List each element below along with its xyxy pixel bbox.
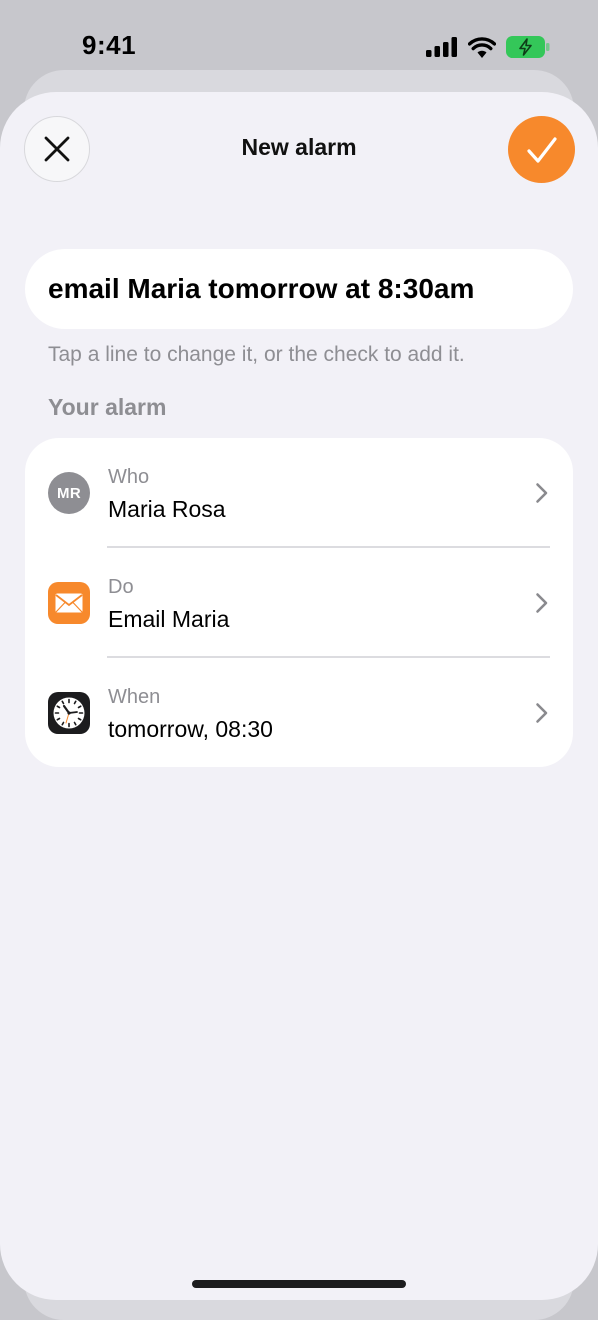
checkmark-icon <box>526 136 557 163</box>
confirm-button[interactable] <box>508 116 575 183</box>
avatar: MR <box>48 472 90 514</box>
new-alarm-sheet: New alarm email Maria tomorrow at 8:30am… <box>0 92 598 1300</box>
row-value: Maria Rosa <box>108 496 226 522</box>
row-value: tomorrow, 08:30 <box>108 716 273 742</box>
row-label: Who <box>108 466 150 488</box>
chevron-right-icon <box>536 483 548 503</box>
status-time: 9:41 <box>82 30 137 60</box>
wifi-icon <box>468 36 496 58</box>
row-value: Email Maria <box>108 606 230 632</box>
section-title: Your alarm <box>48 394 167 420</box>
alarm-query-field[interactable]: email Maria tomorrow at 8:30am <box>25 249 573 329</box>
clock-icon <box>48 692 90 734</box>
row-label: Do <box>108 576 134 598</box>
hint-text: Tap a line to change it, or the check to… <box>48 343 465 366</box>
battery-charging-icon <box>506 36 550 58</box>
alarm-row-who[interactable]: MR Who Maria Rosa <box>25 438 573 548</box>
alarm-row-when[interactable]: When tomorrow, 08:30 <box>25 658 573 767</box>
mail-icon <box>48 582 90 624</box>
status-icons <box>426 36 550 58</box>
cellular-signal-icon <box>426 37 457 57</box>
chevron-right-icon <box>536 593 548 613</box>
chevron-right-icon <box>536 703 548 723</box>
row-label: When <box>108 686 161 708</box>
alarm-details-card: MR Who Maria Rosa Do Email Maria When to… <box>25 438 573 767</box>
alarm-row-do[interactable]: Do Email Maria <box>25 548 573 658</box>
home-indicator <box>192 1280 406 1288</box>
